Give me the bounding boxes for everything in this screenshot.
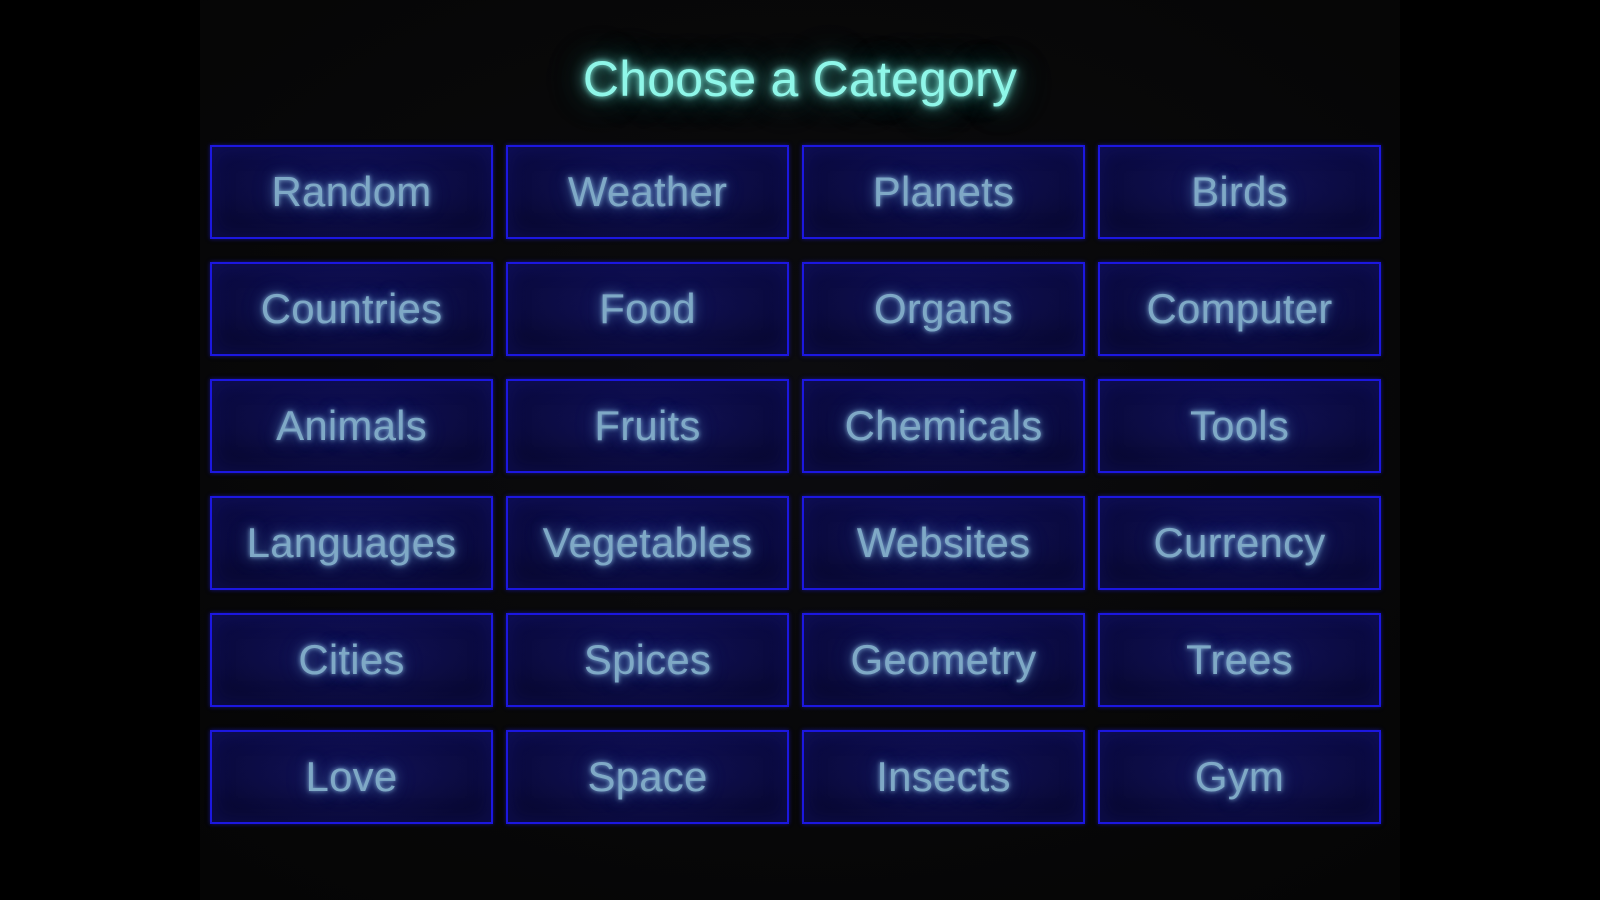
category-button-label: Insects <box>876 753 1011 800</box>
category-button-label: Countries <box>260 285 443 332</box>
category-button-label: Planets <box>872 168 1015 215</box>
category-button-label: Space <box>587 753 708 800</box>
category-button-label: Spices <box>583 636 712 683</box>
app-root: Choose a Category Random Weather Planets Bi… <box>0 0 1600 900</box>
category-button-label: Currency <box>1153 519 1326 566</box>
category-button-label: Chemicals <box>844 402 1043 449</box>
category-button-weather[interactable]: Weather <box>506 145 789 239</box>
category-button-label: Animals <box>276 402 427 449</box>
category-button-label: Birds <box>1191 168 1288 215</box>
category-grid: Random Weather Planets Birds Countries Food Or… <box>210 145 1381 824</box>
category-button-label: Tools <box>1189 402 1290 449</box>
category-button-countries[interactable]: Countries <box>210 262 493 356</box>
category-button-label: Websites <box>856 519 1031 566</box>
category-button-label: Trees <box>1186 636 1293 683</box>
category-button-organs[interactable]: Organs <box>802 262 1085 356</box>
category-button-insects[interactable]: Insects <box>802 730 1085 824</box>
category-button-label: Organs <box>874 285 1013 332</box>
category-button-cities[interactable]: Cities <box>210 613 493 707</box>
category-button-label: Geometry <box>850 636 1037 683</box>
category-button-love[interactable]: Love <box>210 730 493 824</box>
category-button-trees[interactable]: Trees <box>1098 613 1381 707</box>
category-button-food[interactable]: Food <box>506 262 789 356</box>
category-button-label: Weather <box>567 168 728 215</box>
category-button-animals[interactable]: Animals <box>210 379 493 473</box>
category-button-label: Fruits <box>594 402 701 449</box>
category-button-computer[interactable]: Computer <box>1098 262 1381 356</box>
category-button-label: Random <box>271 168 432 215</box>
category-button-label: Languages <box>246 519 457 566</box>
category-button-label: Food <box>599 285 696 332</box>
category-button-label: Love <box>305 753 398 800</box>
category-button-planets[interactable]: Planets <box>802 145 1085 239</box>
category-button-chemicals[interactable]: Chemicals <box>802 379 1085 473</box>
category-button-spices[interactable]: Spices <box>506 613 789 707</box>
category-button-currency[interactable]: Currency <box>1098 496 1381 590</box>
category-button-label: Vegetables <box>542 519 753 566</box>
category-button-random[interactable]: Random <box>210 145 493 239</box>
category-button-fruits[interactable]: Fruits <box>506 379 789 473</box>
category-button-label: Cities <box>298 636 405 683</box>
category-button-websites[interactable]: Websites <box>802 496 1085 590</box>
category-button-label: Computer <box>1146 285 1333 332</box>
category-button-label: Gym <box>1194 753 1285 800</box>
category-button-birds[interactable]: Birds <box>1098 145 1381 239</box>
category-screen: Choose a Category Random Weather Planets Bi… <box>200 0 1400 900</box>
page-title: Choose a Category <box>582 51 1018 107</box>
category-button-vegetables[interactable]: Vegetables <box>506 496 789 590</box>
category-button-languages[interactable]: Languages <box>210 496 493 590</box>
category-button-gym[interactable]: Gym <box>1098 730 1381 824</box>
category-button-geometry[interactable]: Geometry <box>802 613 1085 707</box>
category-button-space[interactable]: Space <box>506 730 789 824</box>
category-button-tools[interactable]: Tools <box>1098 379 1381 473</box>
